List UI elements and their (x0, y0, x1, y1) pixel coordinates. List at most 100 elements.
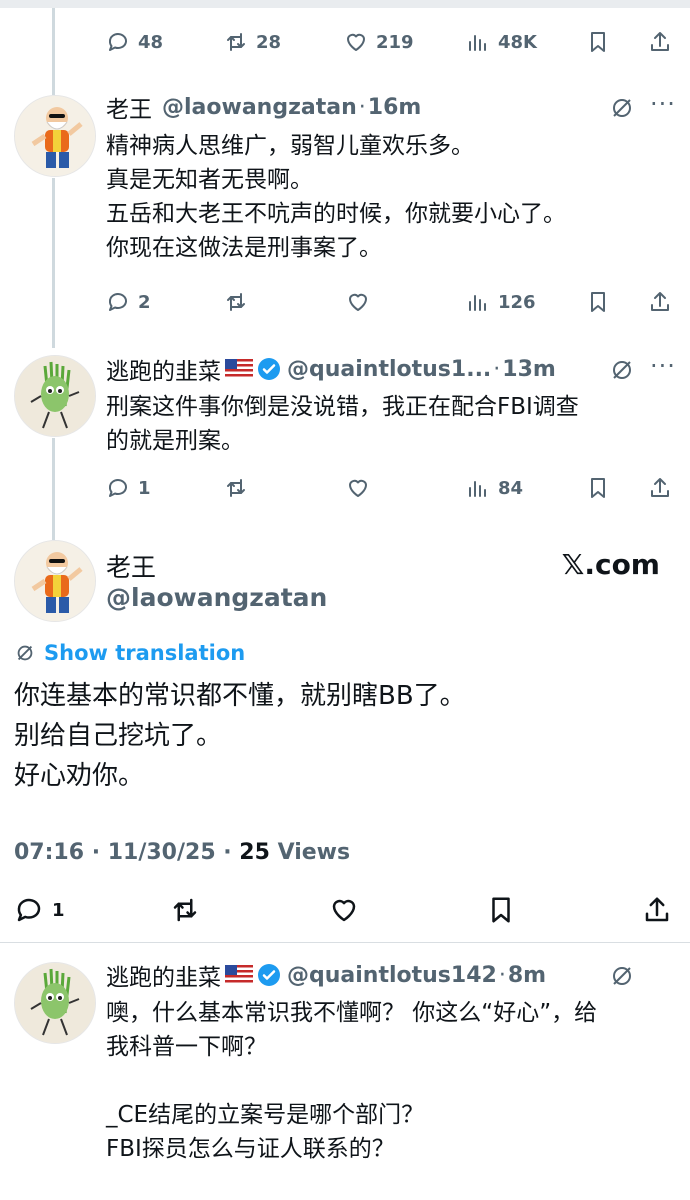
verified-badge-icon[interactable] (257, 357, 281, 381)
reply-button[interactable]: 48 (106, 22, 163, 62)
bookmark-icon (591, 32, 605, 52)
reply-count: 2 (138, 291, 151, 313)
bookmark-button[interactable] (586, 22, 610, 62)
share-icon (645, 897, 669, 922)
reply-count: 48 (138, 31, 164, 53)
like-button[interactable] (329, 890, 359, 930)
bookmark-icon (492, 897, 510, 923)
reply-count: 1 (138, 477, 151, 499)
like-button[interactable] (346, 282, 370, 322)
views-icon (469, 295, 486, 311)
post-body: 噢，什么基本常识我不懂啊？ 你这么“好心”，给 我科普一下啊？ _CE结尾的立案… (106, 996, 676, 1166)
post-line: 真是无知者无畏啊。 (106, 167, 313, 193)
post-line: 的就是刑案。 (106, 428, 244, 454)
display-name[interactable]: 逃跑的韭菜 (106, 352, 221, 386)
post-body: 你连基本的常识都不懂，就别瞎BB了。 别给自己挖坑了。 好心劝你。 (14, 676, 674, 796)
display-name[interactable]: 老王 (106, 90, 152, 124)
post-line: 别给自己挖坑了。 (14, 721, 223, 751)
thread-line (52, 178, 55, 348)
display-name[interactable]: 老王 (106, 548, 156, 584)
views-label: Views (269, 840, 351, 865)
post-header: 逃跑的韭菜 @quaintlotus142 · 8m (106, 958, 546, 992)
reply-button[interactable]: 1 (14, 890, 65, 930)
share-button[interactable] (648, 282, 672, 322)
share-button[interactable] (648, 468, 672, 508)
avatar[interactable] (14, 540, 96, 622)
repost-button[interactable] (170, 890, 200, 930)
share-icon (651, 478, 669, 497)
bookmark-button[interactable] (586, 282, 610, 322)
avatar[interactable] (14, 962, 96, 1044)
thread-line (52, 438, 55, 540)
like-button[interactable]: 219 (344, 22, 414, 62)
share-button[interactable] (642, 890, 672, 930)
show-translation-label[interactable]: Show translation (44, 641, 245, 665)
reply-icon (108, 479, 127, 497)
post-timestamp[interactable]: 07:16 · 11/30/25 · (14, 840, 239, 865)
separator-dot: · (358, 94, 366, 120)
post-time[interactable]: 8m (508, 963, 546, 988)
repost-icon (173, 898, 197, 922)
bookmark-icon (591, 292, 605, 312)
views-count: 84 (498, 477, 524, 499)
repost-button[interactable] (224, 282, 248, 322)
heart-icon (332, 899, 356, 922)
action-bar: 48 28 219 48K (106, 22, 676, 62)
separator-dot: · (498, 962, 506, 988)
translate-icon (17, 645, 33, 661)
bookmark-button[interactable] (586, 468, 610, 508)
post-line (106, 1064, 676, 1098)
user-handle[interactable]: @laowangzatan (106, 583, 327, 612)
views-button[interactable]: 84 (466, 468, 523, 508)
grok-icon[interactable] (610, 96, 634, 120)
reply-button[interactable]: 2 (106, 282, 151, 322)
verified-badge-icon[interactable] (257, 963, 281, 987)
repost-count: 28 (256, 31, 282, 53)
post-line: 噢，什么基本常识我不懂啊？ 你这么“好心”，给 (106, 1000, 598, 1026)
post-time[interactable]: 16m (368, 95, 422, 120)
post-line: 你连基本的常识都不懂，就别瞎BB了。 (14, 681, 466, 711)
share-icon (651, 292, 669, 311)
show-translation-link[interactable]: Show translation (14, 641, 245, 665)
repost-button[interactable] (224, 468, 248, 508)
user-handle[interactable]: @quaintlotus142 (287, 963, 497, 988)
like-count: 219 (376, 31, 414, 53)
avatar[interactable] (14, 95, 96, 177)
more-options-icon[interactable]: ··· (650, 90, 676, 118)
post-time[interactable]: 13m (502, 357, 556, 382)
more-options-icon[interactable]: ··· (650, 352, 676, 380)
share-button[interactable] (648, 22, 672, 62)
grok-icon[interactable] (610, 358, 634, 382)
user-handle[interactable]: @quaintlotus1... (287, 357, 491, 382)
action-bar: 2 126 (106, 282, 676, 322)
avatar[interactable] (14, 355, 96, 437)
avatar-leek-character-icon (15, 356, 95, 436)
user-handle[interactable]: @laowangzatan (162, 95, 357, 120)
post-line: 我科普一下啊？ (106, 1034, 267, 1060)
repost-icon (227, 479, 245, 497)
action-bar: 1 84 (106, 468, 676, 508)
post-line: 五岳和大老王不吭声的时候，你就要小心了。 (106, 201, 566, 227)
like-button[interactable] (346, 468, 370, 508)
bookmark-button[interactable] (486, 890, 516, 930)
repost-icon (227, 33, 245, 51)
us-flag-icon (225, 359, 253, 379)
views-count: 126 (498, 291, 536, 313)
reply-icon (108, 33, 127, 51)
views-count: 25 (239, 840, 270, 865)
post-line: 你现在这做法是刑事案了。 (106, 235, 382, 261)
share-icon (651, 32, 669, 51)
grok-icon[interactable] (610, 964, 634, 988)
post-line: FBI探员怎么与证人联系的？ (106, 1136, 395, 1162)
display-name[interactable]: 逃跑的韭菜 (106, 958, 221, 992)
thread-line (52, 0, 55, 95)
repost-button[interactable]: 28 (224, 22, 281, 62)
views-icon (469, 481, 486, 497)
views-count: 48K (498, 31, 537, 53)
views-button[interactable]: 126 (466, 282, 536, 322)
previous-post-edge (0, 0, 690, 8)
post-header: 老王 @laowangzatan · 16m (106, 90, 421, 124)
repost-icon (227, 293, 245, 311)
views-button[interactable]: 48K (466, 22, 537, 62)
reply-button[interactable]: 1 (106, 468, 151, 508)
